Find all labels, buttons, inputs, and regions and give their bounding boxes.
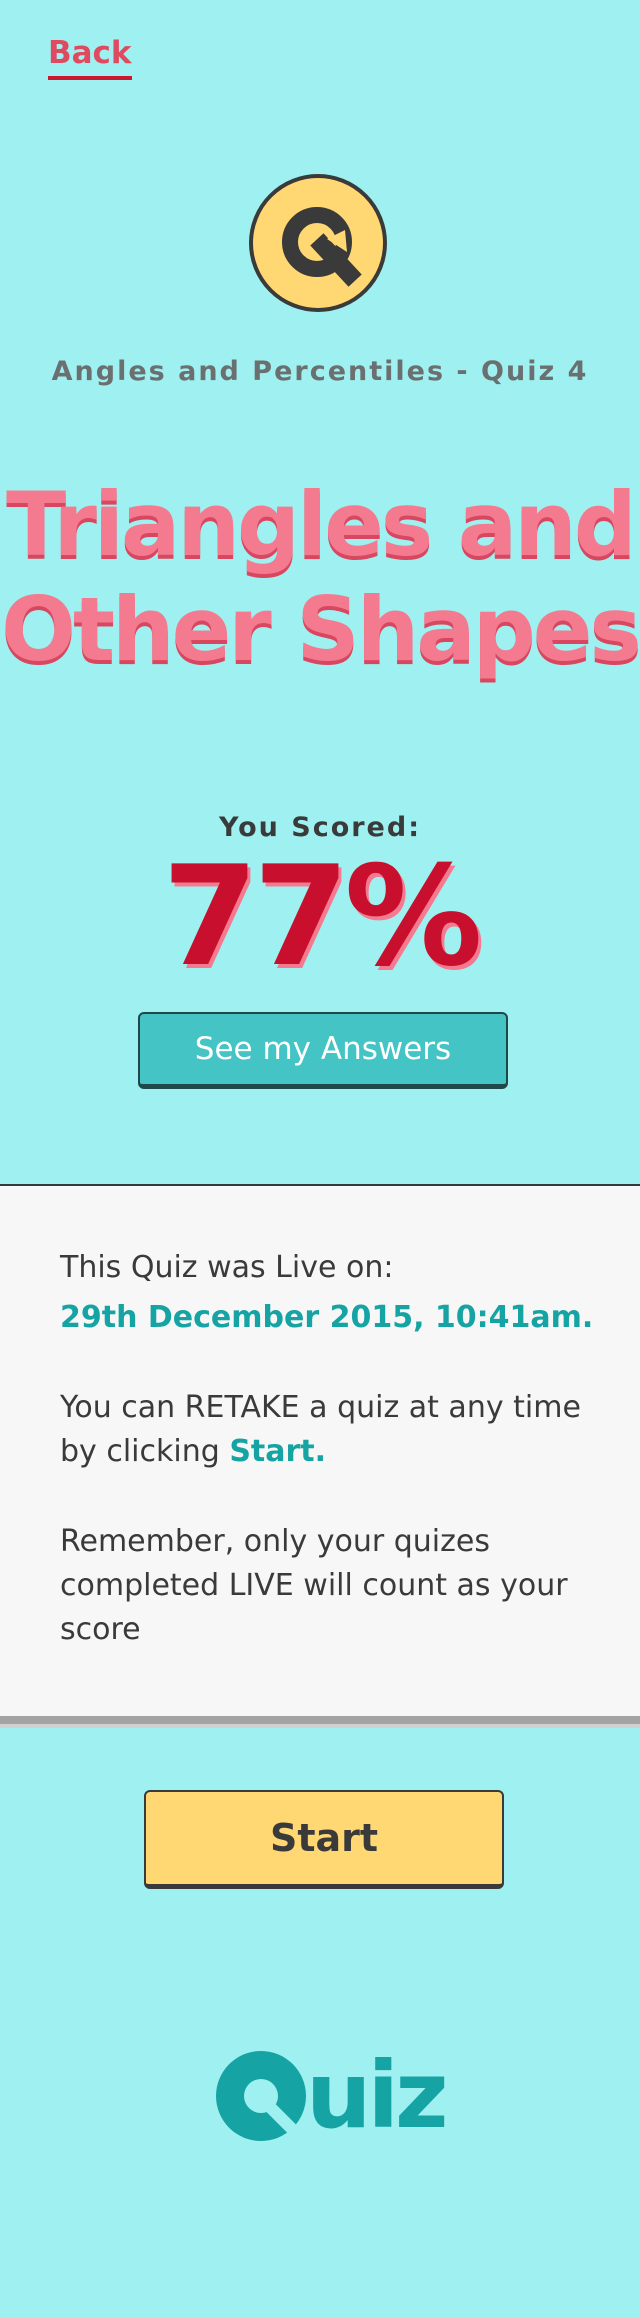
live-label: This Quiz was Live on: <box>60 1250 394 1285</box>
footer-logo-text: uiz <box>306 2042 449 2149</box>
quiz-title-line: Triangles and <box>6 473 637 576</box>
retake-text: You can RETAKE a quiz at any time by cli… <box>60 1386 600 1474</box>
remember-text: Remember, only your quizes completed LIV… <box>60 1524 568 1647</box>
quiz-title-line: Other Shapes <box>1 578 640 681</box>
quiz-title: Triangles and Other Shapes <box>0 472 640 682</box>
quiz-info-panel: This Quiz was Live on: 29th December 201… <box>0 1184 640 1724</box>
see-answers-button[interactable]: See my Answers <box>138 1012 508 1089</box>
footer-logo: uiz <box>214 2042 449 2149</box>
score-value: 77% <box>162 836 482 997</box>
back-link[interactable]: Back <box>48 36 132 81</box>
quiz-q-icon <box>216 2051 306 2141</box>
quiz-result-header: Back Angles and Percentiles - Quiz 4 Tri… <box>0 0 640 1184</box>
live-date: 29th December 2015, 10:41am. <box>60 1300 594 1335</box>
quiz-subtitle: Angles and Percentiles - Quiz 4 <box>51 356 589 387</box>
quiz-logo-icon <box>249 174 387 312</box>
retake-start-link: Start. <box>229 1434 327 1469</box>
start-button[interactable]: Start <box>144 1790 504 1889</box>
